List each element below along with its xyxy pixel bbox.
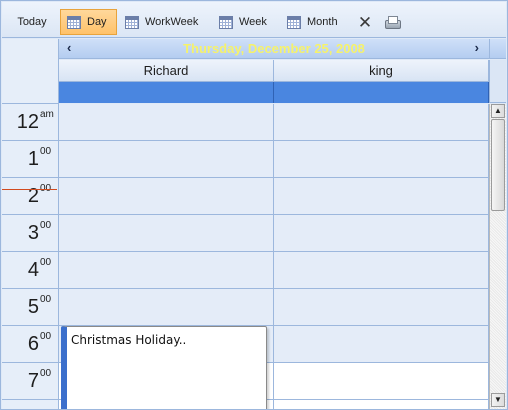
calendar-icon	[67, 15, 81, 29]
hour-label: 1 00	[2, 141, 58, 178]
time-slot[interactable]	[59, 178, 273, 215]
all-day-area-richard[interactable]	[59, 82, 274, 103]
toolbar: Today Day WorkWeek Week Month ✕	[2, 2, 506, 38]
hour-suffix: 00	[40, 368, 52, 379]
hour-number: 4	[27, 259, 39, 281]
resource-header-richard[interactable]: Richard	[59, 60, 274, 82]
calendar-icon	[219, 15, 233, 29]
workweek-label: WorkWeek	[145, 16, 199, 28]
hour-suffix: 00	[40, 331, 52, 342]
week-label: Week	[239, 16, 267, 28]
delete-button[interactable]: ✕	[356, 9, 374, 35]
appointment-christmas-holiday[interactable]: Christmas Holiday..	[61, 326, 267, 409]
printer-icon	[384, 15, 401, 29]
resource-column-king	[274, 104, 489, 409]
hour-suffix: am	[40, 109, 54, 120]
hour-suffix: 00	[40, 294, 52, 305]
day-view-button[interactable]: Day	[60, 9, 117, 35]
hour-label: 3 00	[2, 215, 58, 252]
time-column: 12 am 1 00 2 00 3 00 4 00 5 00 6 00 7 00	[2, 104, 59, 409]
hour-number: 3	[27, 222, 39, 244]
month-view-button[interactable]: Month	[281, 9, 349, 35]
print-button[interactable]	[382, 9, 402, 35]
time-slot[interactable]	[274, 104, 488, 141]
time-slot[interactable]	[274, 363, 488, 400]
time-slot[interactable]	[274, 289, 488, 326]
header-corner	[2, 39, 59, 104]
workweek-view-button[interactable]: WorkWeek	[119, 9, 209, 35]
hour-label: 7 00	[2, 363, 58, 400]
current-time-indicator	[2, 189, 57, 190]
hour-label: 12 am	[2, 104, 58, 141]
hour-label: 2 00	[2, 178, 58, 215]
time-slot[interactable]	[59, 141, 273, 178]
week-view-button[interactable]: Week	[213, 9, 275, 35]
hour-suffix: 00	[40, 146, 52, 157]
scheduler-window: Today Day WorkWeek Week Month ✕ ‹ Thursd…	[0, 0, 508, 410]
time-slot[interactable]	[59, 215, 273, 252]
scrollbar-thumb[interactable]	[491, 119, 505, 211]
hour-label: 6 00	[2, 326, 58, 363]
appointment-subject: Christmas Holiday..	[71, 333, 187, 347]
hour-label: 5 00	[2, 289, 58, 326]
resource-name: king	[369, 63, 393, 78]
resource-column-richard: Christmas Holiday..	[59, 104, 274, 409]
date-navigation-bar: ‹ Thursday, December 25, 2008 ›	[59, 39, 489, 59]
datebar-right-filler	[489, 39, 506, 59]
hour-number: 12	[16, 111, 39, 133]
close-icon: ✕	[357, 12, 373, 32]
current-date-title: Thursday, December 25, 2008	[183, 41, 365, 56]
calendar-icon	[125, 15, 139, 29]
hour-number: 1	[27, 148, 39, 170]
day-label: Day	[87, 16, 107, 28]
all-day-area-king[interactable]	[274, 82, 489, 103]
hour-number: 5	[27, 296, 39, 318]
appointment-grid: Christmas Holiday..	[59, 104, 489, 409]
vertical-scrollbar[interactable]: ▲ ▼	[489, 104, 506, 409]
today-label: Today	[17, 16, 47, 28]
time-slot[interactable]	[274, 178, 488, 215]
hour-number: 7	[27, 370, 39, 392]
time-slot[interactable]	[274, 326, 488, 363]
month-label: Month	[307, 16, 338, 28]
time-slot[interactable]	[59, 289, 273, 326]
calendar-icon	[287, 15, 301, 29]
header-right-filler	[489, 60, 506, 103]
today-button[interactable]: Today	[10, 9, 54, 35]
time-slot[interactable]	[274, 215, 488, 252]
hour-suffix: 00	[40, 257, 52, 268]
time-slot[interactable]	[274, 141, 488, 178]
time-slot[interactable]	[59, 104, 273, 141]
hour-suffix: 00	[40, 220, 52, 231]
resource-header-king[interactable]: king	[274, 60, 489, 82]
hour-number: 6	[27, 333, 39, 355]
scroll-down-button[interactable]: ▼	[491, 393, 505, 407]
hour-label: 4 00	[2, 252, 58, 289]
time-slot[interactable]	[274, 252, 488, 289]
scroll-up-button[interactable]: ▲	[491, 104, 505, 118]
next-day-button[interactable]: ›	[475, 40, 479, 55]
time-slot[interactable]	[59, 252, 273, 289]
resource-name: Richard	[143, 63, 189, 78]
